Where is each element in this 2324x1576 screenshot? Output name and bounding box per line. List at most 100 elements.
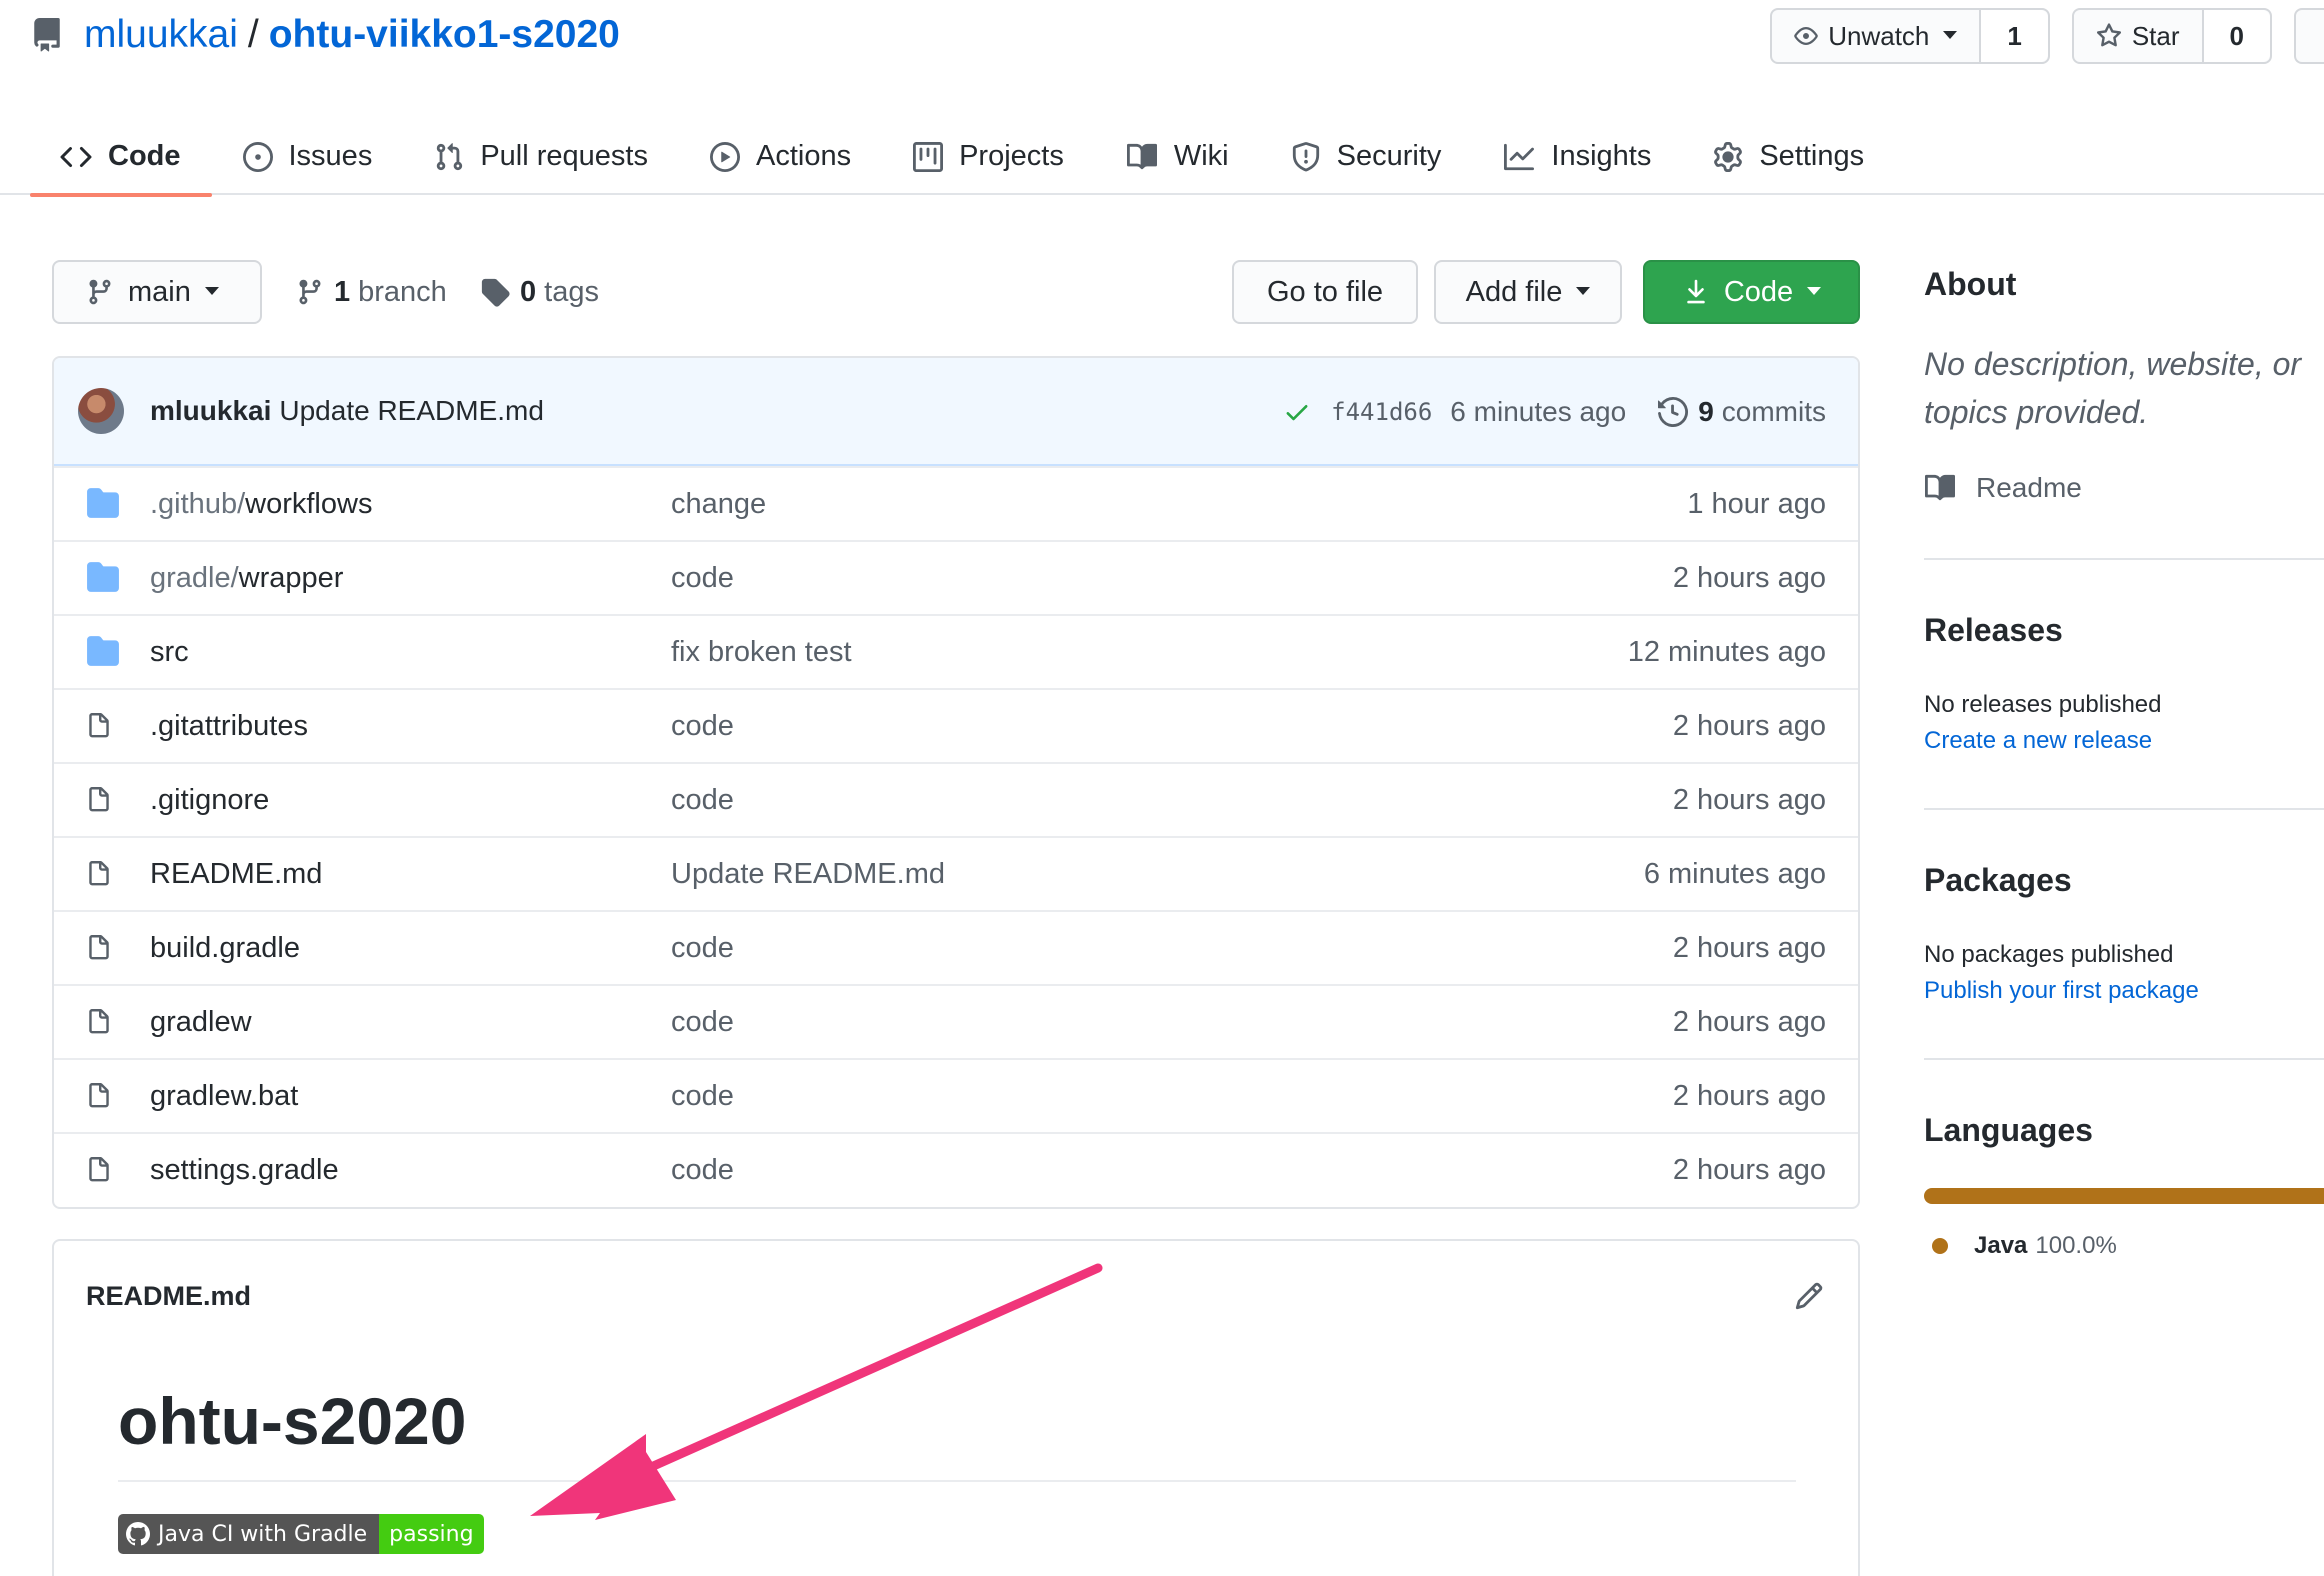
tab-label: Wiki	[1173, 140, 1229, 172]
create-release-link[interactable]: Create a new release	[1924, 727, 2161, 755]
fork-button[interactable]	[2294, 8, 2324, 64]
star-count[interactable]: 0	[2201, 10, 2270, 62]
commits-link[interactable]: 9 commits	[1658, 396, 1826, 428]
file-row[interactable]: gradlew code 2 hours ago	[54, 984, 1858, 1058]
readme-filename: README.md	[86, 1280, 252, 1311]
file-name-link[interactable]: .github/workflows	[150, 488, 372, 521]
branch-name: main	[128, 275, 191, 308]
file-commit-message[interactable]: code	[671, 932, 734, 965]
tab-label: Actions	[755, 140, 852, 172]
tab-label: Pull requests	[480, 140, 648, 172]
packages-note: No packages published	[1924, 941, 2174, 968]
star-label: Star	[2131, 20, 2180, 51]
file-age: 2 hours ago	[1672, 709, 1826, 742]
branch-icon	[299, 279, 321, 305]
file-name-link[interactable]: gradlew	[150, 1006, 252, 1039]
file-row[interactable]: build.gradle code 2 hours ago	[54, 910, 1858, 984]
tab-settings[interactable]: Settings	[1682, 118, 1895, 195]
file-commit-message[interactable]: code	[671, 1154, 734, 1187]
tab-label: Settings	[1759, 140, 1865, 172]
tab-label: Issues	[288, 140, 373, 172]
publish-package-link[interactable]: Publish your first package	[1924, 977, 2199, 1005]
add-file-button[interactable]: Add file	[1434, 260, 1622, 324]
file-row[interactable]: .github/workflows change 1 hour ago	[54, 466, 1858, 540]
graph-icon	[1504, 143, 1535, 170]
star-button[interactable]: Star	[2074, 10, 2202, 62]
tab-actions[interactable]: Actions	[679, 118, 882, 195]
badge-status: passing	[379, 1514, 484, 1554]
readme-link[interactable]: Readme	[1924, 472, 2082, 504]
check-icon[interactable]	[1283, 398, 1311, 426]
file-row[interactable]: gradle/wrapper code 2 hours ago	[54, 540, 1858, 614]
tab-issues[interactable]: Issues	[212, 118, 404, 195]
commit-author-link[interactable]: mluukkai	[150, 395, 271, 427]
about-heading: About	[1924, 266, 2017, 302]
caret-down-icon	[1576, 287, 1591, 295]
tab-code[interactable]: Code	[30, 118, 212, 197]
pencil-icon[interactable]	[1794, 1281, 1824, 1311]
file-row[interactable]: gradlew.bat code 2 hours ago	[54, 1058, 1858, 1132]
file-commit-message[interactable]: code	[671, 784, 734, 817]
commit-sha-link[interactable]: f441d66	[1331, 398, 1432, 426]
avatar[interactable]	[78, 388, 124, 434]
repo-name-link[interactable]: ohtu-viikko1-s2020	[269, 13, 620, 57]
file-commit-message[interactable]: code	[671, 562, 734, 595]
ci-status-badge[interactable]: Java CI with Gradle passing	[118, 1514, 484, 1554]
file-name-link[interactable]: .gitattributes	[150, 710, 308, 743]
file-row[interactable]: src fix broken test 12 minutes ago	[54, 614, 1858, 688]
tab-pull-requests[interactable]: Pull requests	[403, 118, 679, 195]
tab-label: Projects	[959, 140, 1064, 172]
file-name-link[interactable]: src	[150, 636, 189, 669]
go-to-file-button[interactable]: Go to file	[1232, 260, 1418, 324]
code-download-button[interactable]: Code	[1643, 260, 1860, 324]
file-name-link[interactable]: gradlew.bat	[150, 1080, 298, 1113]
pull-request-icon	[437, 142, 463, 170]
language-name: Java	[1974, 1232, 2028, 1259]
folder-icon	[87, 562, 119, 592]
packages-heading[interactable]: Packages	[1924, 862, 2199, 899]
file-name-link[interactable]: settings.gradle	[150, 1154, 339, 1187]
branches-link[interactable]: 1 branch	[296, 260, 447, 324]
sidebar-divider	[1924, 558, 2324, 560]
file-name-link[interactable]: README.md	[150, 858, 322, 891]
file-row[interactable]: .gitignore code 2 hours ago	[54, 762, 1858, 836]
github-icon	[126, 1522, 150, 1546]
repo-owner-link[interactable]: mluukkai	[84, 13, 238, 57]
tags-link[interactable]: 0 tags	[480, 260, 599, 324]
sidebar-divider	[1924, 1058, 2324, 1060]
file-age: 2 hours ago	[1672, 931, 1826, 964]
file-age: 12 minutes ago	[1627, 635, 1826, 668]
file-name-link[interactable]: gradle/wrapper	[150, 562, 343, 595]
file-commit-message[interactable]: code	[671, 710, 734, 743]
tab-wiki[interactable]: Wiki	[1095, 118, 1260, 195]
file-name-link[interactable]: build.gradle	[150, 932, 300, 965]
file-commit-message[interactable]: code	[671, 1080, 734, 1113]
commit-message-link[interactable]: Update README.md	[279, 395, 544, 427]
file-row[interactable]: .gitattributes code 2 hours ago	[54, 688, 1858, 762]
file-age: 2 hours ago	[1672, 561, 1826, 594]
watch-button[interactable]: Unwatch	[1772, 10, 1979, 62]
watch-label: Unwatch	[1828, 20, 1930, 51]
file-commit-message[interactable]: code	[671, 1006, 734, 1039]
tab-insights[interactable]: Insights	[1472, 118, 1682, 195]
tab-security[interactable]: Security	[1260, 118, 1473, 195]
file-name-link[interactable]: .gitignore	[150, 784, 269, 817]
branch-select-button[interactable]: main	[52, 260, 262, 324]
repo-icon	[34, 18, 60, 52]
file-row[interactable]: settings.gradle code 2 hours ago	[54, 1132, 1858, 1206]
caret-down-icon	[1943, 31, 1958, 39]
file-commit-message[interactable]: fix broken test	[671, 636, 852, 669]
star-icon	[2096, 23, 2121, 47]
star-button-group: Star 0	[2071, 8, 2272, 64]
file-age: 2 hours ago	[1672, 1005, 1826, 1038]
releases-heading[interactable]: Releases	[1924, 612, 2161, 649]
watch-button-group: Unwatch 1	[1770, 8, 2050, 64]
file-commit-message[interactable]: change	[671, 488, 766, 521]
file-age: 2 hours ago	[1672, 1153, 1826, 1186]
tab-projects[interactable]: Projects	[882, 118, 1095, 195]
tag-word: tags	[544, 275, 599, 308]
watch-count[interactable]: 1	[1979, 10, 2048, 62]
file-row[interactable]: README.md Update README.md 6 minutes ago	[54, 836, 1858, 910]
file-commit-message[interactable]: Update README.md	[671, 858, 945, 891]
language-item[interactable]: Java 100.0%	[1932, 1232, 2117, 1260]
